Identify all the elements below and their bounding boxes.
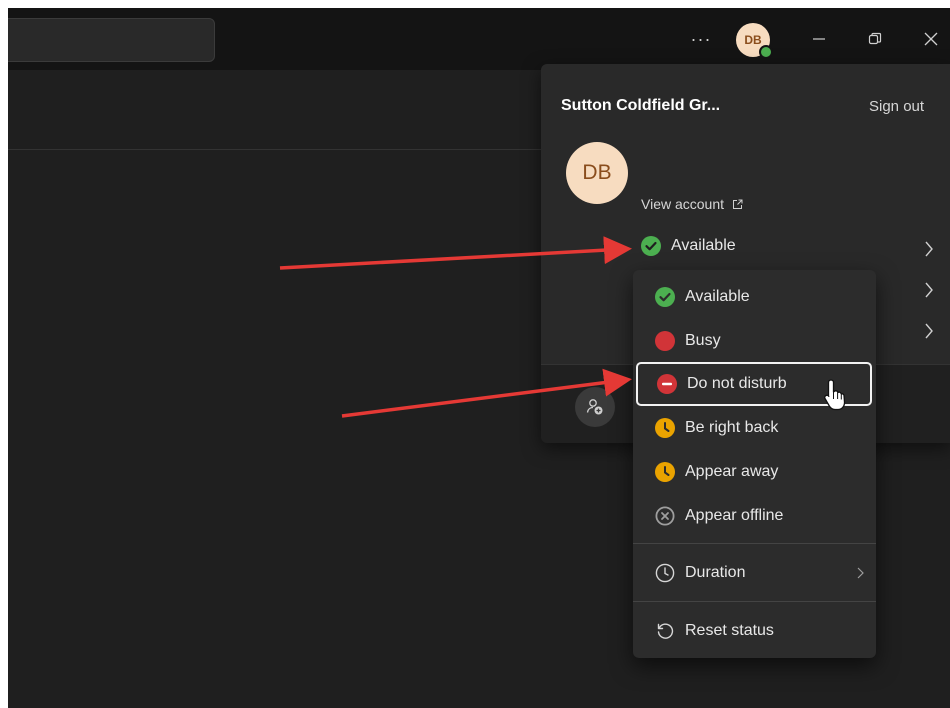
minimize-icon [813,38,825,40]
status-option-label: Appear away [685,463,779,480]
view-account-link[interactable]: View account [641,196,743,212]
status-option-label: Busy [685,332,721,349]
menu-divider [633,543,876,544]
external-link-icon [733,199,743,209]
clock-away-icon [655,462,675,482]
current-status-label: Available [671,237,736,254]
title-bar: ··· DB [8,8,950,70]
available-check-icon [641,236,661,256]
offline-x-icon [655,506,675,526]
close-button[interactable] [916,24,946,54]
search-input[interactable] [8,18,215,62]
current-status-row[interactable]: Available [641,232,736,260]
add-account-button[interactable] [575,387,615,427]
avatar-initials: DB [744,33,762,47]
org-name: Sutton Coldfield Gr... [561,97,721,114]
account-avatar-initials: DB [582,161,612,184]
busy-dot-icon [655,331,675,351]
status-option-appear-offline[interactable]: Appear offline [645,498,871,534]
reset-status-label: Reset status [685,622,774,639]
status-option-appear-away[interactable]: Appear away [645,454,871,490]
restore-icon [868,32,882,45]
more-options-button[interactable]: ··· [686,24,716,54]
chevron-right-icon[interactable] [921,241,937,257]
status-option-label: Be right back [685,419,779,436]
clock-icon [655,563,675,583]
status-option-label: Do not disturb [687,375,787,392]
profile-avatar-button[interactable]: DB [736,23,773,59]
menu-divider [633,601,876,602]
close-icon [924,32,938,46]
minimize-button[interactable] [804,24,834,54]
duration-label: Duration [685,564,746,581]
reset-icon [657,623,674,639]
status-menu: Available Busy Do not disturb Be right b… [633,270,876,658]
status-option-label: Available [685,288,750,305]
status-option-label: Appear offline [685,507,784,524]
status-option-available[interactable]: Available [645,279,871,315]
reset-status-option[interactable]: Reset status [645,613,871,649]
account-avatar: DB [566,142,628,204]
status-option-be-right-back[interactable]: Be right back [645,410,871,446]
duration-option[interactable]: Duration [645,555,871,591]
dnd-icon [657,374,677,394]
chevron-right-icon [857,567,864,579]
view-account-label: View account [641,196,725,212]
sign-out-link[interactable]: Sign out [869,98,924,115]
hand-cursor-icon [824,379,846,411]
chevron-right-icon[interactable] [921,323,937,339]
presence-available-icon [759,45,773,59]
restore-button[interactable] [860,24,890,54]
chevron-right-icon[interactable] [921,282,937,298]
clock-away-icon [655,418,675,438]
available-check-icon [655,287,675,307]
add-account-icon [586,399,603,415]
status-option-busy[interactable]: Busy [645,323,871,359]
